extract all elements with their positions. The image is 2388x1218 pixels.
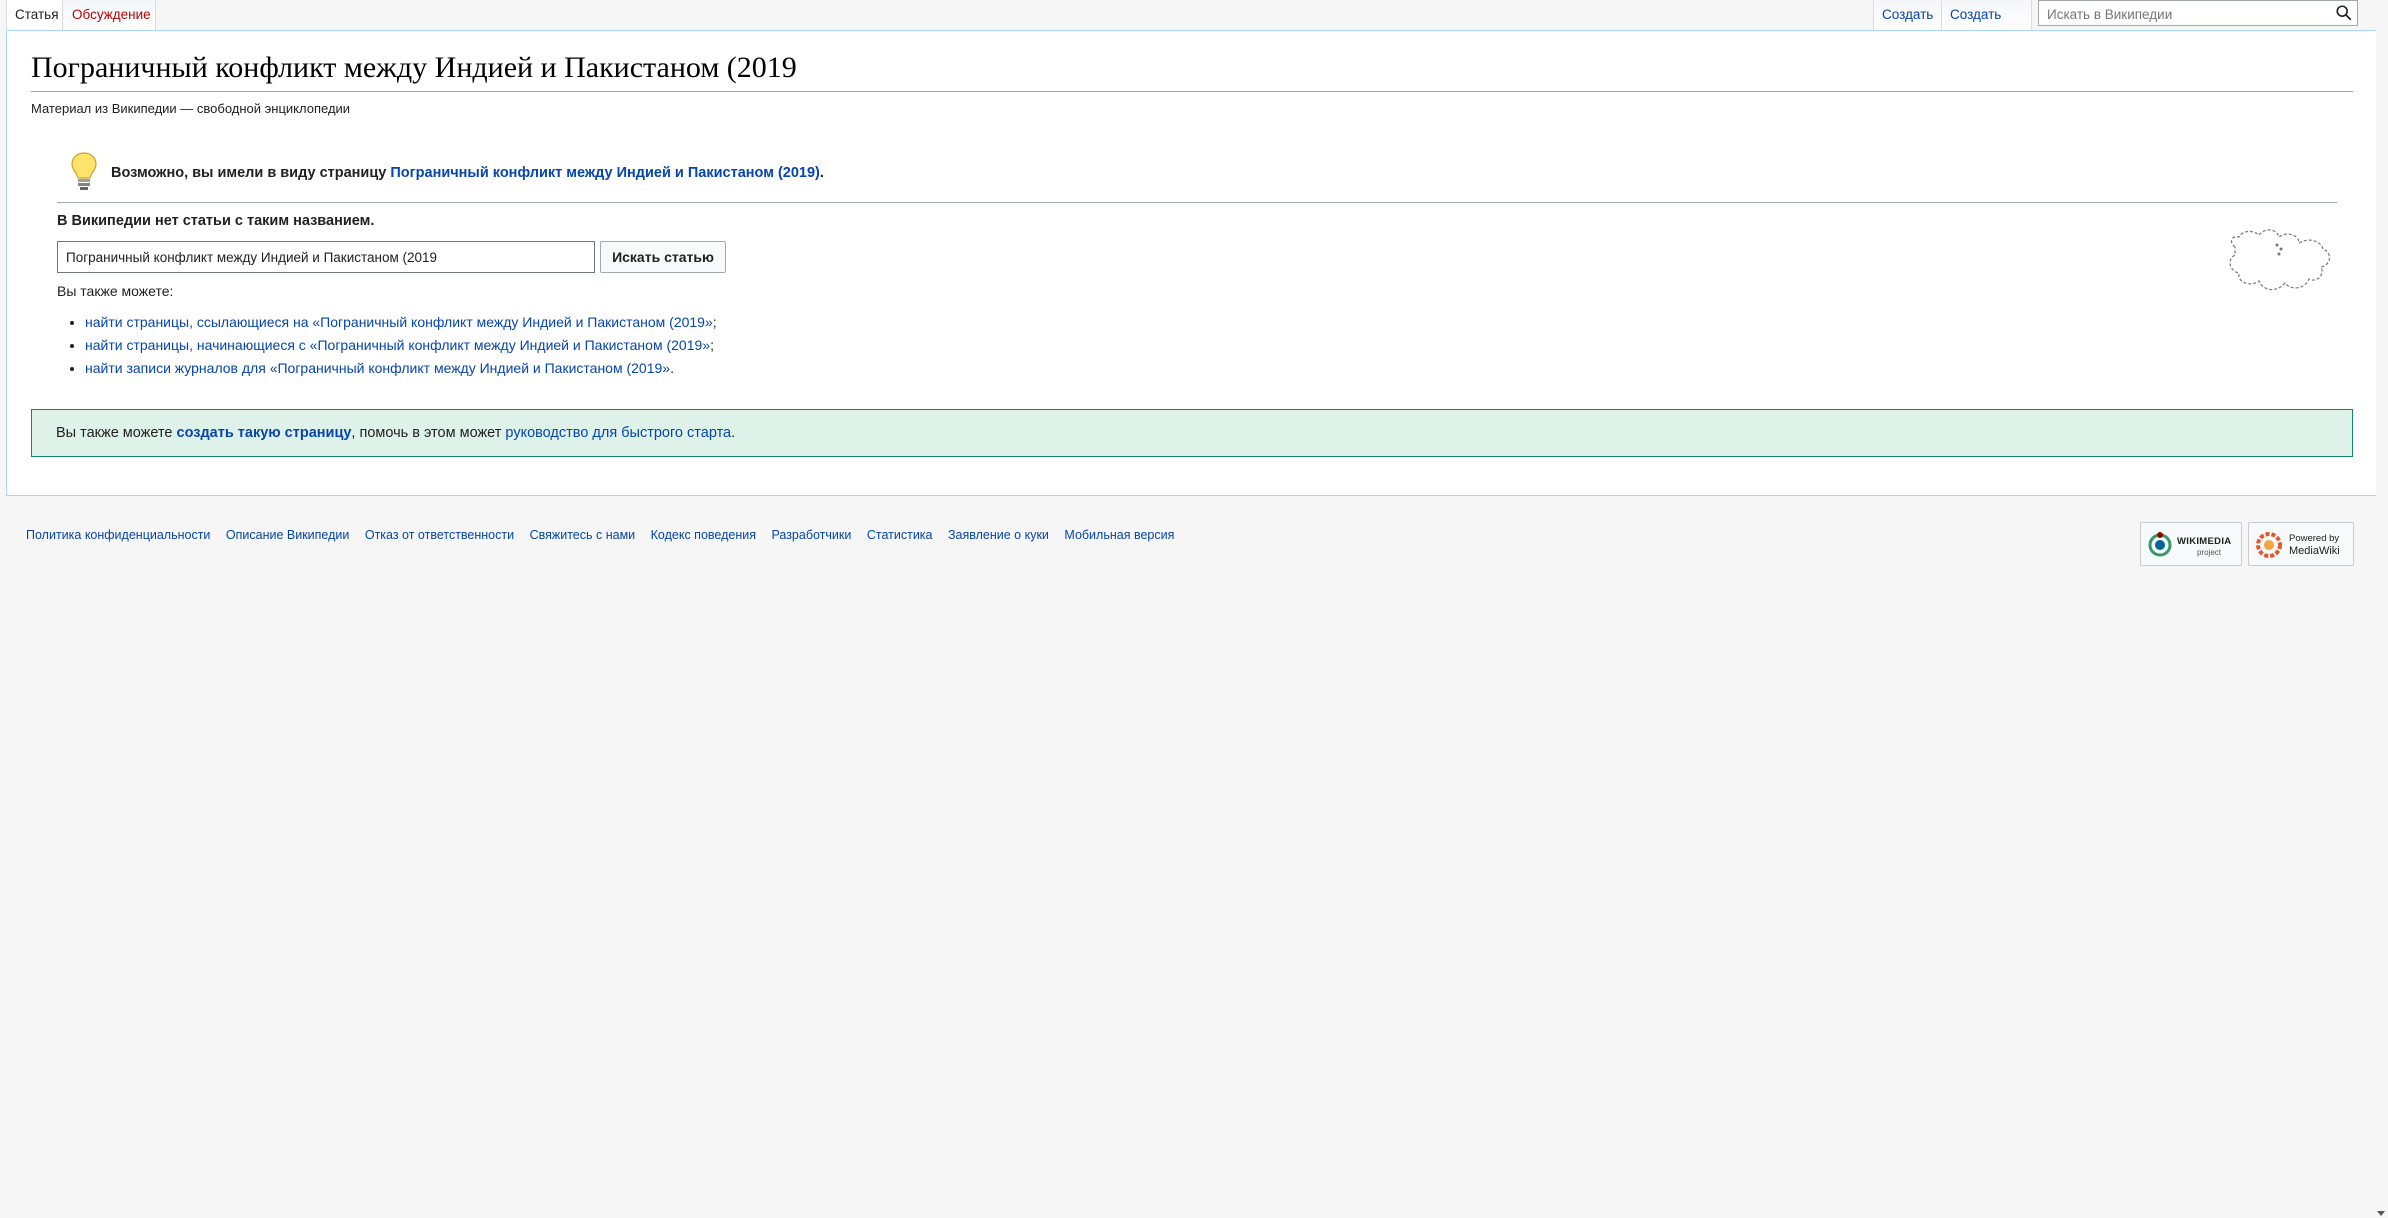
list-item-punct: ; xyxy=(712,314,717,330)
footer-link-privacy[interactable]: Политика конфиденциальности xyxy=(26,528,210,542)
search-input[interactable] xyxy=(2045,1,2329,27)
tab-create-code[interactable]: Создать код xyxy=(1942,0,2032,52)
did-you-mean-suffix: . xyxy=(819,165,824,181)
search-box xyxy=(2038,0,2358,27)
create-suffix: . xyxy=(731,425,736,441)
footer-links: Политика конфиденциальности Описание Вик… xyxy=(26,528,1186,542)
wikimedia-logo-icon xyxy=(2148,532,2172,557)
footer-link-statistics[interactable]: Статистика xyxy=(867,528,933,542)
mediawiki-badge-line1: Powered by xyxy=(2289,533,2340,544)
tab-article[interactable]: Статья xyxy=(6,0,63,30)
quick-start-guide-link[interactable]: руководство для быстрого старта xyxy=(505,425,731,441)
create-page-link[interactable]: создать такую страницу xyxy=(177,425,352,441)
did-you-mean-text: Возможно, вы имели в виду страницу Погра… xyxy=(111,165,824,181)
also-can-label: Вы также можете: xyxy=(57,283,174,299)
footer-link-about[interactable]: Описание Википедии xyxy=(226,528,349,542)
log-entries-link[interactable]: найти записи журналов для «Пограничный к… xyxy=(85,360,670,376)
tab-talk-label: Обсуждение xyxy=(72,7,151,22)
what-links-here-link[interactable]: найти страницы, ссылающиеся на «Погранич… xyxy=(85,314,713,330)
tab-create[interactable]: Создать xyxy=(1873,0,1942,30)
options-list: найти страницы, ссылающиеся на «Погранич… xyxy=(57,311,717,380)
list-item-punct: . xyxy=(670,360,674,376)
create-page-text: Вы также можете создать такую страницу, … xyxy=(56,425,735,441)
tab-talk[interactable]: Обсуждение xyxy=(64,0,156,30)
wikimedia-badge-title: WIKIMEDIA xyxy=(2177,536,2232,547)
no-article-message: В Википедии нет статьи с таким названием… xyxy=(57,213,375,229)
search-article-button[interactable]: Искать статью xyxy=(600,241,726,273)
page-title: Пограничный конфликт между Индией и Паки… xyxy=(31,51,797,84)
title-divider xyxy=(31,91,2353,92)
footer-link-mobile[interactable]: Мобильная версия xyxy=(1064,528,1174,542)
tab-article-label: Статья xyxy=(15,7,59,22)
footer-link-contact[interactable]: Свяжитесь с нами xyxy=(530,528,636,542)
powered-by-mediawiki-badge[interactable]: Powered by MediaWiki xyxy=(2248,522,2354,566)
site-tagline: Материал из Википедии — свободной энцикл… xyxy=(31,101,351,116)
lightbulb-icon xyxy=(71,152,97,190)
mediawiki-logo-icon xyxy=(2256,532,2282,558)
mediawiki-badge-line2: MediaWiki xyxy=(2289,545,2340,557)
prefix-index-link[interactable]: найти страницы, начинающиеся с «Погранич… xyxy=(85,337,710,353)
footer-link-disclaimer[interactable]: Отказ от ответственности xyxy=(365,528,514,542)
article-search-input[interactable] xyxy=(57,241,595,273)
resize-corner-icon xyxy=(2377,1211,2385,1216)
list-item: найти записи журналов для «Пограничный к… xyxy=(85,357,717,380)
wikimedia-badge-subtitle: project xyxy=(2197,548,2222,557)
footer-link-developers[interactable]: Разработчики xyxy=(771,528,851,542)
top-navigation: Статья Обсуждение Создать Создать код xyxy=(0,0,2376,52)
list-item: найти страницы, ссылающиеся на «Погранич… xyxy=(85,311,717,334)
footer-link-cookies[interactable]: Заявление о куки xyxy=(948,528,1049,542)
list-item: найти страницы, начинающиеся с «Погранич… xyxy=(85,334,717,357)
search-icon[interactable] xyxy=(2335,4,2353,22)
content-panel: Пограничный конфликт между Индией и Паки… xyxy=(6,30,2376,496)
wikimedia-project-badge[interactable]: WIKIMEDIA project xyxy=(2140,522,2242,566)
notice-divider xyxy=(57,202,2337,203)
create-prefix: Вы также можете xyxy=(56,425,177,441)
create-page-box: Вы также можете создать такую страницу, … xyxy=(31,409,2353,457)
footer-link-code-of-conduct[interactable]: Кодекс поведения xyxy=(651,528,756,542)
tab-create-label: Создать xyxy=(1882,7,1934,22)
puzzle-piece-icon xyxy=(2229,229,2331,291)
create-middle: , помочь в этом может xyxy=(351,425,506,441)
did-you-mean-prefix: Возможно, вы имели в виду страницу xyxy=(111,165,391,181)
did-you-mean-link[interactable]: Пограничный конфликт между Индией и Паки… xyxy=(390,165,820,181)
list-item-punct: ; xyxy=(710,337,714,353)
